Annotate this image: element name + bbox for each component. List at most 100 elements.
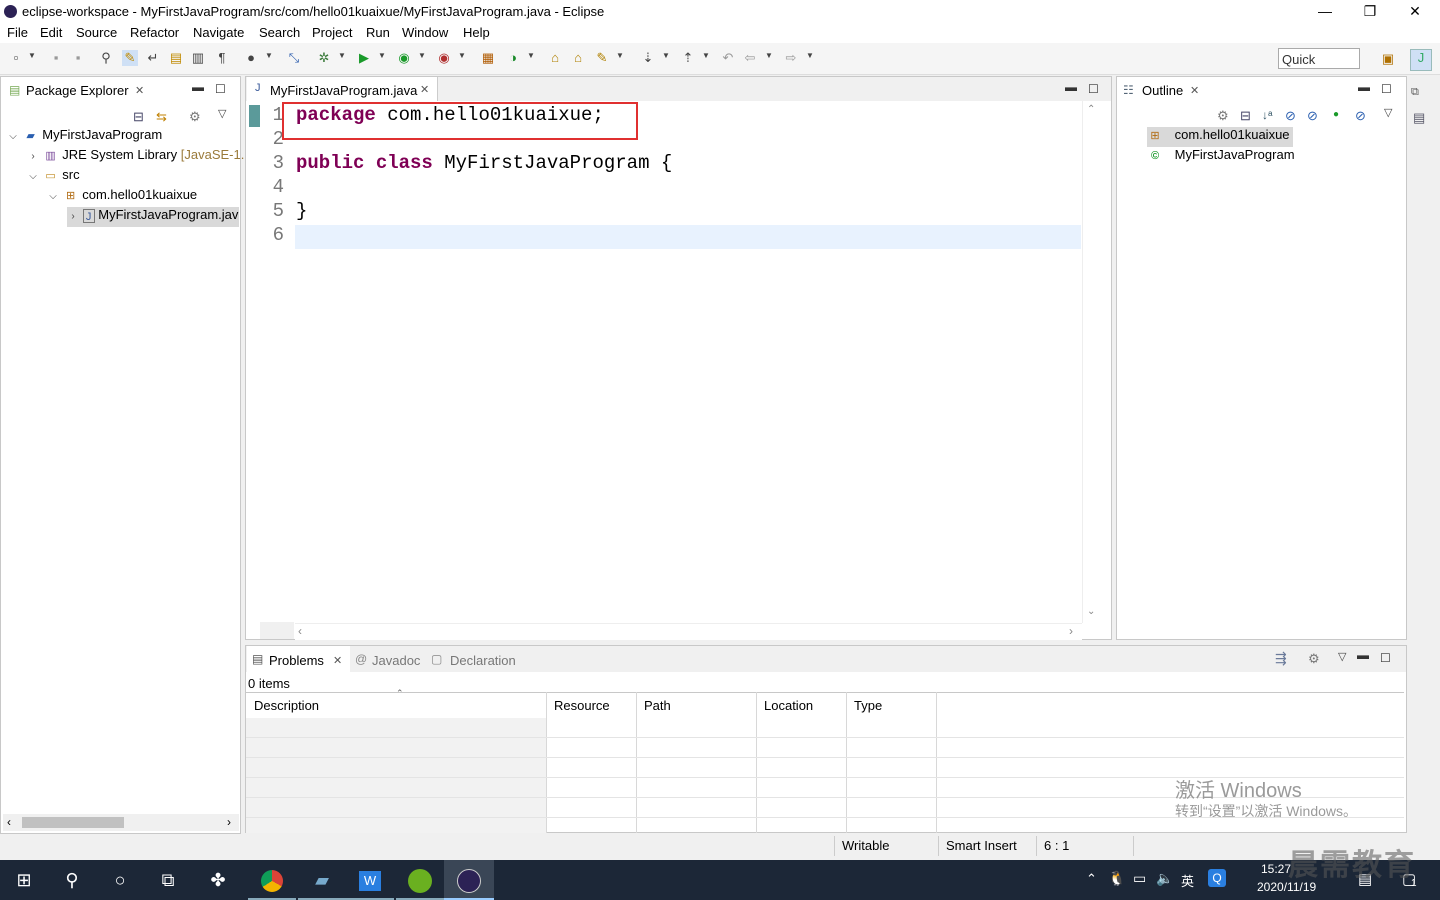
tree-item-jre[interactable]: › ▥ JRE System Library [JavaSE-1.	[27, 147, 244, 167]
wps-icon[interactable]: W	[346, 860, 394, 900]
new-java-project-icon[interactable]: ▦	[480, 50, 496, 66]
last-edit-icon[interactable]: ↶	[720, 50, 736, 66]
scroll-up-icon[interactable]: ⌃	[1087, 104, 1095, 115]
link-with-editor-icon[interactable]: ⇆	[156, 109, 167, 125]
menu-project[interactable]: Project	[312, 25, 352, 40]
maximize-view-icon[interactable]: ☐	[1380, 651, 1391, 665]
hide-non-public-icon[interactable]: ●	[1333, 109, 1339, 120]
minimize-view-icon[interactable]: ▬	[192, 80, 204, 94]
pinwheel-app-icon[interactable]: ✤	[194, 860, 242, 900]
package-explorer-tab[interactable]: Package Explorer	[26, 83, 129, 98]
open-task-icon[interactable]: ⌂	[570, 50, 586, 66]
debug-dropdown-icon[interactable]: ▼	[338, 51, 346, 60]
minimize-view-icon[interactable]: ▬	[1065, 80, 1077, 94]
close-icon[interactable]: ✕	[333, 654, 342, 667]
focus-icon[interactable]: ⚙	[1217, 108, 1229, 124]
outline-item-class[interactable]: © MyFirstJavaProgram	[1147, 147, 1295, 167]
tree-item-project[interactable]: ⌵ ▰ MyFirstJavaProgram	[7, 127, 162, 147]
paragraph-icon[interactable]: ¶	[214, 50, 230, 66]
qq-tray-icon[interactable]: 🐧	[1108, 870, 1125, 887]
view-menu-icon[interactable]: ▽	[1338, 650, 1346, 663]
scroll-left-icon[interactable]: ‹	[298, 624, 302, 638]
close-icon[interactable]: ✕	[1190, 84, 1199, 97]
task-list-icon[interactable]: ▤	[1413, 110, 1425, 126]
windows-start-icon[interactable]: ⊞	[0, 860, 48, 900]
menu-refactor[interactable]: Refactor	[130, 25, 179, 40]
minimize-view-icon[interactable]: ▬	[1358, 80, 1370, 94]
restore-icon[interactable]: ⧉	[1411, 86, 1419, 99]
notepad-icon[interactable]: ▰	[298, 860, 346, 900]
debug-icon[interactable]: ✲	[316, 50, 332, 66]
menu-navigate[interactable]: Navigate	[193, 25, 244, 40]
melon-app-icon[interactable]	[396, 860, 444, 900]
chevron-right-icon[interactable]: ›	[27, 151, 39, 162]
minimize-view-icon[interactable]: ▬	[1357, 648, 1369, 662]
ime-indicator[interactable]: 英	[1181, 871, 1194, 890]
cortana-icon[interactable]: ○	[96, 860, 144, 900]
debug-view-dropdown-icon[interactable]: ▼	[265, 51, 273, 60]
menu-help[interactable]: Help	[463, 25, 490, 40]
declaration-tab[interactable]: Declaration	[450, 653, 516, 668]
debug-view-icon[interactable]: ●	[243, 50, 259, 66]
tree-item-src[interactable]: ⌵ ▭ src	[27, 167, 79, 187]
back-icon[interactable]: ⇦	[742, 50, 758, 66]
block-selection-icon[interactable]: ▤	[168, 50, 184, 66]
back-dropdown-icon[interactable]: ▼	[765, 51, 773, 60]
chevron-down-icon[interactable]: ⌵	[47, 191, 59, 202]
maximize-view-icon[interactable]: ☐	[1088, 82, 1099, 96]
close-icon[interactable]: ✕	[135, 84, 144, 97]
column-description[interactable]: Description	[254, 698, 319, 713]
view-menu-icon[interactable]: ▽	[1384, 106, 1392, 119]
collapse-all-icon[interactable]: ⊟	[1240, 108, 1251, 124]
toggle-word-wrap-icon[interactable]: ↵	[145, 50, 161, 66]
chrome-icon[interactable]	[248, 860, 296, 900]
prev-annotation-icon[interactable]: ⇡	[680, 50, 696, 66]
chevron-right-icon[interactable]: ›	[67, 211, 79, 222]
new-dropdown-icon[interactable]: ▼	[28, 51, 36, 60]
maximize-view-icon[interactable]: ☐	[215, 82, 226, 96]
sort-icon[interactable]: ↓ᵃ	[1262, 108, 1272, 122]
new-class-icon[interactable]: ◑	[505, 50, 521, 66]
search-dropdown-icon[interactable]: ▼	[616, 51, 624, 60]
minimize-button[interactable]: —	[1302, 0, 1348, 23]
menu-run[interactable]: Run	[366, 25, 390, 40]
column-resource[interactable]: Resource	[554, 698, 610, 713]
new-class-dropdown-icon[interactable]: ▼	[527, 51, 535, 60]
code-line-5[interactable]: }	[296, 200, 307, 222]
eclipse-taskbar-icon[interactable]	[444, 860, 494, 900]
open-type-icon[interactable]: ⌂	[547, 50, 563, 66]
tree-item-file[interactable]: › J MyFirstJavaProgram.jav	[67, 207, 239, 227]
tree-item-package[interactable]: ⌵ ⊞ com.hello01kuaixue	[47, 187, 197, 207]
view-menu-icon[interactable]: ▽	[218, 107, 226, 120]
column-path[interactable]: Path	[644, 698, 671, 713]
filter-icon[interactable]: ⇶	[1275, 650, 1287, 667]
open-perspective-icon[interactable]: ▣	[1380, 51, 1396, 67]
scrollbar-thumb[interactable]	[22, 817, 124, 828]
quick-access-input[interactable]: Quick Access	[1278, 48, 1360, 88]
run-icon[interactable]: ▶	[356, 50, 372, 66]
maximize-view-icon[interactable]: ☐	[1381, 82, 1392, 96]
forward-dropdown-icon[interactable]: ▼	[806, 51, 814, 60]
menu-window[interactable]: Window	[402, 25, 448, 40]
chevron-down-icon[interactable]: ⌵	[27, 171, 39, 182]
problems-tab[interactable]: ▤ Problems ✕	[247, 646, 350, 672]
next-annotation-dropdown-icon[interactable]: ▼	[662, 51, 670, 60]
clock-time[interactable]: 15:27	[1261, 862, 1291, 876]
editor-tab[interactable]: J MyFirstJavaProgram.java ✕	[247, 77, 438, 101]
hide-local-types-icon[interactable]: ⊘	[1355, 108, 1366, 124]
horizontal-scrollbar[interactable]: ‹ ›	[3, 814, 239, 831]
scroll-right-icon[interactable]: ›	[1069, 624, 1073, 638]
task-view-icon[interactable]: ⧉	[144, 860, 192, 900]
coverage-dropdown-icon[interactable]: ▼	[418, 51, 426, 60]
editor-horizontal-scrollbar[interactable]: ‹ ›	[295, 623, 1082, 640]
hide-fields-icon[interactable]: ⊘	[1285, 108, 1296, 124]
outline-tab[interactable]: Outline	[1142, 83, 1183, 98]
forward-icon[interactable]: ⇨	[783, 50, 799, 66]
column-type[interactable]: Type	[854, 698, 882, 713]
java-perspective-icon[interactable]: J	[1410, 49, 1432, 71]
volume-icon[interactable]: 🔈	[1156, 870, 1173, 887]
search-icon[interactable]: ⚲	[48, 860, 96, 900]
menu-source[interactable]: Source	[76, 25, 117, 40]
javadoc-tab[interactable]: Javadoc	[372, 653, 420, 668]
tray-expand-icon[interactable]: ⌃	[1086, 871, 1097, 887]
